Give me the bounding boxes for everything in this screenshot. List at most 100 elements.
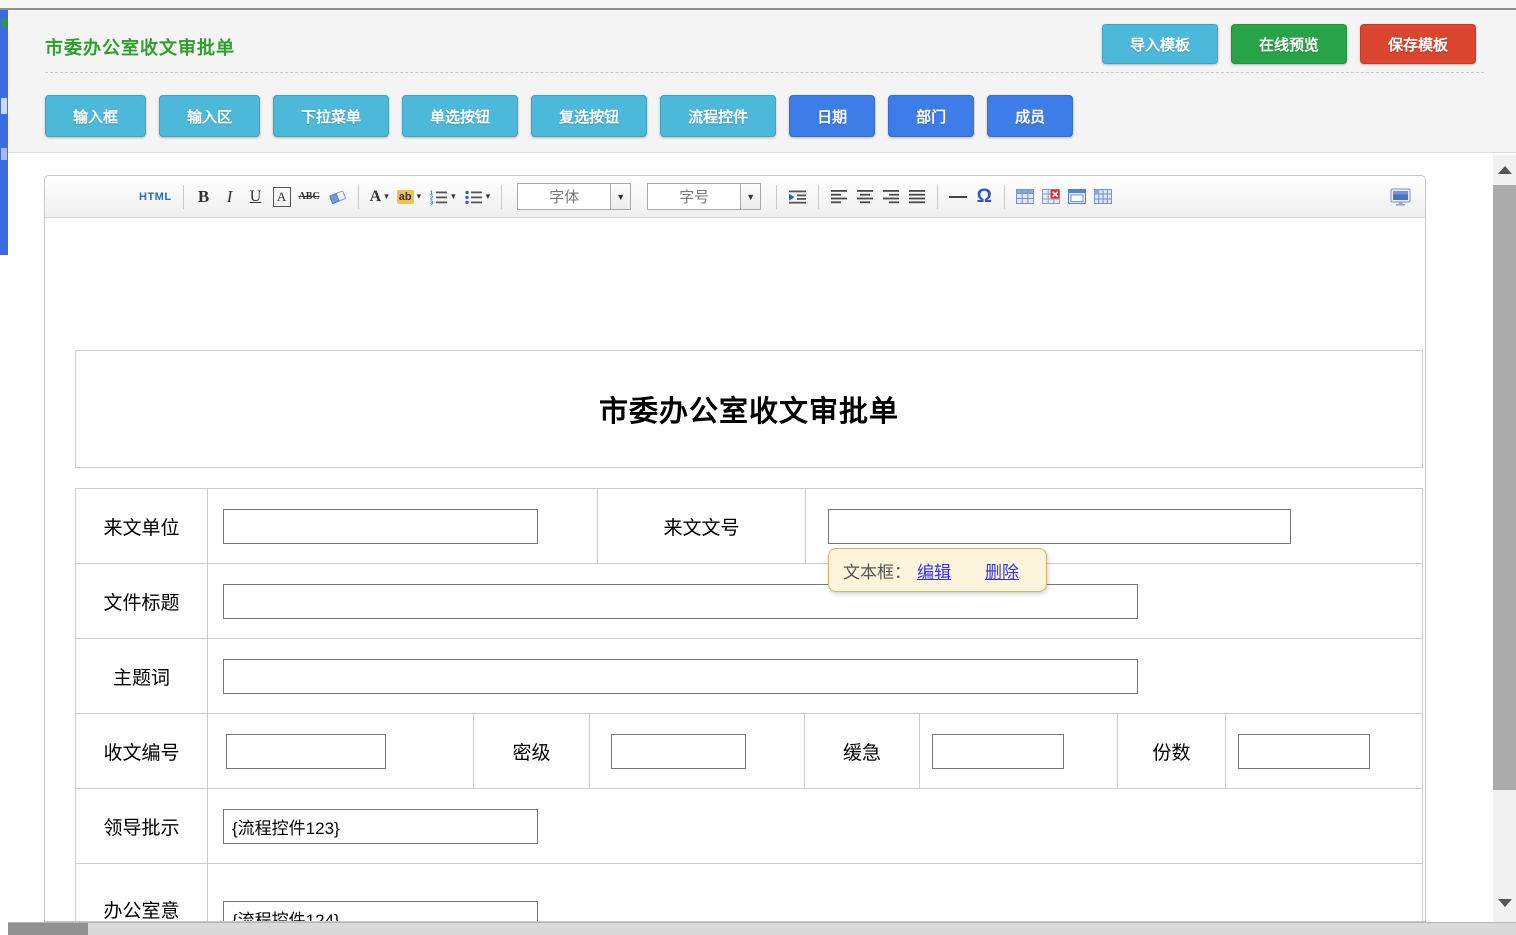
fullscreen-button[interactable] bbox=[1390, 184, 1411, 210]
save-template-button[interactable]: 保存模板 bbox=[1360, 24, 1476, 64]
align-justify-button[interactable] bbox=[908, 184, 926, 210]
header-actions: 导入模板 在线预览 保存模板 bbox=[1102, 24, 1476, 64]
label-receipt-number: 收文编号 bbox=[76, 714, 208, 788]
left-edge-artifact bbox=[1, 98, 7, 114]
label-office-opinion: 办公室意 bbox=[76, 864, 208, 922]
horizontal-scrollbar[interactable] bbox=[8, 922, 1516, 935]
font-color-button[interactable]: A ▾ bbox=[370, 184, 389, 210]
vertical-scrollbar[interactable] bbox=[1493, 155, 1516, 922]
align-right-button[interactable] bbox=[882, 184, 900, 210]
table-row: 办公室意 bbox=[76, 864, 1422, 922]
chevron-down-icon: ▼ bbox=[610, 184, 630, 209]
html-source-button[interactable]: HTML bbox=[139, 184, 172, 210]
table-row: 文件标题 bbox=[76, 564, 1422, 639]
ordered-list-icon: 123 bbox=[429, 189, 448, 205]
underline-button[interactable]: U bbox=[247, 184, 265, 210]
widget-member-button[interactable]: 成员 bbox=[987, 95, 1073, 137]
cell bbox=[208, 489, 598, 563]
cell bbox=[920, 714, 1118, 788]
insert-table-button[interactable] bbox=[1016, 184, 1034, 210]
input-subject-words[interactable] bbox=[223, 659, 1138, 694]
form-title-box: 市委办公室收文审批单 bbox=[75, 350, 1423, 468]
label-copies: 份数 bbox=[1118, 714, 1226, 788]
label-secrecy-level: 密级 bbox=[474, 714, 590, 788]
label-subject-words: 主题词 bbox=[76, 639, 208, 713]
widget-input-box-button[interactable]: 输入框 bbox=[45, 95, 146, 137]
svg-text:3: 3 bbox=[430, 200, 433, 205]
strikethrough-button[interactable]: ABC bbox=[299, 184, 320, 210]
form-title: 市委办公室收文审批单 bbox=[599, 388, 899, 430]
text-style-button[interactable]: A bbox=[273, 187, 291, 207]
delete-link[interactable]: 删除 bbox=[985, 558, 1019, 583]
highlight-color-button[interactable]: ab ▾ bbox=[397, 184, 421, 210]
cell bbox=[208, 639, 1422, 713]
align-right-icon bbox=[883, 189, 900, 204]
input-leader-comments[interactable] bbox=[223, 809, 538, 844]
indent-button[interactable] bbox=[788, 184, 807, 210]
input-doc-number[interactable] bbox=[828, 509, 1291, 544]
chevron-down-icon: ▾ bbox=[417, 191, 422, 202]
label-urgency: 缓急 bbox=[805, 714, 920, 788]
ordered-list-button[interactable]: 123 ▾ bbox=[429, 184, 456, 210]
horizontal-rule-button[interactable] bbox=[949, 184, 967, 210]
indent-icon bbox=[788, 189, 807, 205]
delete-table-button[interactable] bbox=[1042, 184, 1060, 210]
italic-button[interactable]: I bbox=[221, 184, 239, 210]
cell bbox=[208, 864, 1422, 922]
input-source-unit[interactable] bbox=[223, 509, 538, 544]
special-char-button[interactable]: Ω bbox=[975, 184, 993, 210]
left-edge-artifact bbox=[1, 18, 7, 28]
import-template-button[interactable]: 导入模板 bbox=[1102, 24, 1218, 64]
tooltip-label: 文本框： bbox=[843, 558, 911, 583]
widget-radio-button[interactable]: 单选按钮 bbox=[402, 95, 518, 137]
left-window-edge bbox=[0, 10, 8, 255]
table-properties-button[interactable] bbox=[1068, 184, 1086, 210]
textbox-tooltip: 文本框： 编辑 删除 bbox=[828, 548, 1047, 592]
input-copies[interactable] bbox=[1238, 734, 1370, 769]
input-receipt-number[interactable] bbox=[226, 734, 386, 769]
scroll-down-button[interactable] bbox=[1493, 890, 1516, 916]
align-center-button[interactable] bbox=[856, 184, 874, 210]
bold-button[interactable]: B bbox=[195, 184, 213, 210]
widget-date-button[interactable]: 日期 bbox=[789, 95, 875, 137]
table-row: 收文编号 密级 缓急 份数 bbox=[76, 714, 1422, 789]
font-size-select[interactable]: 字号 ▼ bbox=[647, 183, 761, 210]
online-preview-button[interactable]: 在线预览 bbox=[1231, 24, 1347, 64]
scroll-up-button[interactable] bbox=[1493, 157, 1516, 183]
input-urgency[interactable] bbox=[932, 734, 1064, 769]
cell bbox=[208, 789, 1422, 863]
table-row: 来文单位 来文文号 bbox=[76, 489, 1422, 564]
toolbar-separator bbox=[183, 185, 184, 209]
toolbar-separator bbox=[1004, 185, 1005, 209]
divider bbox=[45, 72, 1484, 73]
cell-properties-icon bbox=[1094, 189, 1112, 204]
label-doc-title: 文件标题 bbox=[76, 564, 208, 638]
align-left-button[interactable] bbox=[830, 184, 848, 210]
input-office-opinion[interactable] bbox=[223, 901, 538, 923]
chevron-down-icon: ▼ bbox=[740, 184, 760, 209]
input-secrecy-level[interactable] bbox=[611, 734, 746, 769]
vertical-scrollbar-thumb[interactable] bbox=[1493, 185, 1516, 790]
toolbar-separator bbox=[776, 185, 777, 209]
widget-dropdown-button[interactable]: 下拉菜单 bbox=[273, 95, 389, 137]
chevron-down-icon: ▾ bbox=[486, 191, 491, 202]
edit-link[interactable]: 编辑 bbox=[917, 558, 951, 583]
rich-text-editor: HTML B I U A ABC A ▾ ab ▾ 123 ▾ ▾ 字体 ▼ bbox=[44, 175, 1426, 922]
label-doc-number: 来文文号 bbox=[598, 489, 806, 563]
horizontal-scrollbar-thumb[interactable] bbox=[8, 923, 88, 935]
toolbar-separator bbox=[501, 185, 502, 209]
remove-format-button[interactable] bbox=[328, 184, 347, 210]
widget-flow-control-button[interactable]: 流程控件 bbox=[660, 95, 776, 137]
align-center-icon bbox=[857, 189, 874, 204]
table-properties-icon bbox=[1068, 189, 1086, 204]
font-family-select[interactable]: 字体 ▼ bbox=[517, 183, 631, 210]
cell-properties-button[interactable] bbox=[1094, 184, 1112, 210]
widget-textarea-button[interactable]: 输入区 bbox=[159, 95, 260, 137]
window-top-edge bbox=[0, 0, 1516, 10]
widget-palette: 输入框 输入区 下拉菜单 单选按钮 复选按钮 流程控件 日期 部门 成员 bbox=[45, 95, 1073, 137]
toolbar-separator bbox=[937, 185, 938, 209]
align-justify-icon bbox=[909, 189, 926, 204]
widget-department-button[interactable]: 部门 bbox=[888, 95, 974, 137]
unordered-list-button[interactable]: ▾ bbox=[464, 184, 491, 210]
widget-checkbox-button[interactable]: 复选按钮 bbox=[531, 95, 647, 137]
